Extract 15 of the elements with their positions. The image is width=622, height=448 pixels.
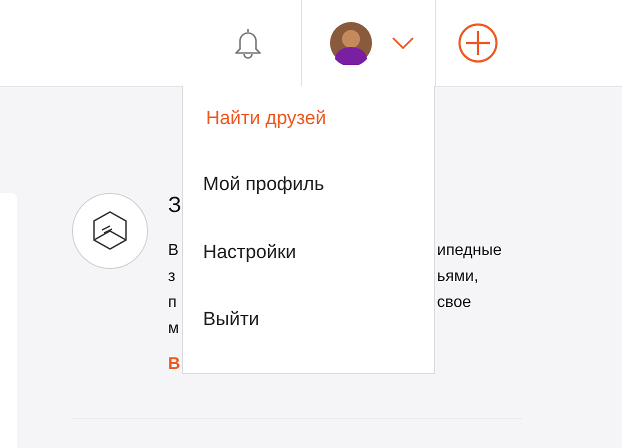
text-fragment: В xyxy=(168,241,179,261)
menu-item[interactable]: Выйти xyxy=(183,305,280,373)
menu-item[interactable]: Настройки xyxy=(183,238,316,306)
text-fragment: м xyxy=(168,319,179,339)
text-fragment: з xyxy=(168,267,176,287)
menu-item[interactable]: Мой профиль xyxy=(183,170,344,238)
avatar-icon xyxy=(328,21,372,65)
card-heading: З xyxy=(168,192,182,219)
text-fragment: свое xyxy=(437,293,472,313)
bell-icon[interactable] xyxy=(234,27,262,59)
text-fragment: п xyxy=(168,293,177,313)
profile-menu-toggle[interactable] xyxy=(301,0,436,86)
add-icon[interactable] xyxy=(458,23,498,63)
text-fragment: ьями, xyxy=(437,267,478,287)
text-fragment: ипедные xyxy=(437,241,502,261)
